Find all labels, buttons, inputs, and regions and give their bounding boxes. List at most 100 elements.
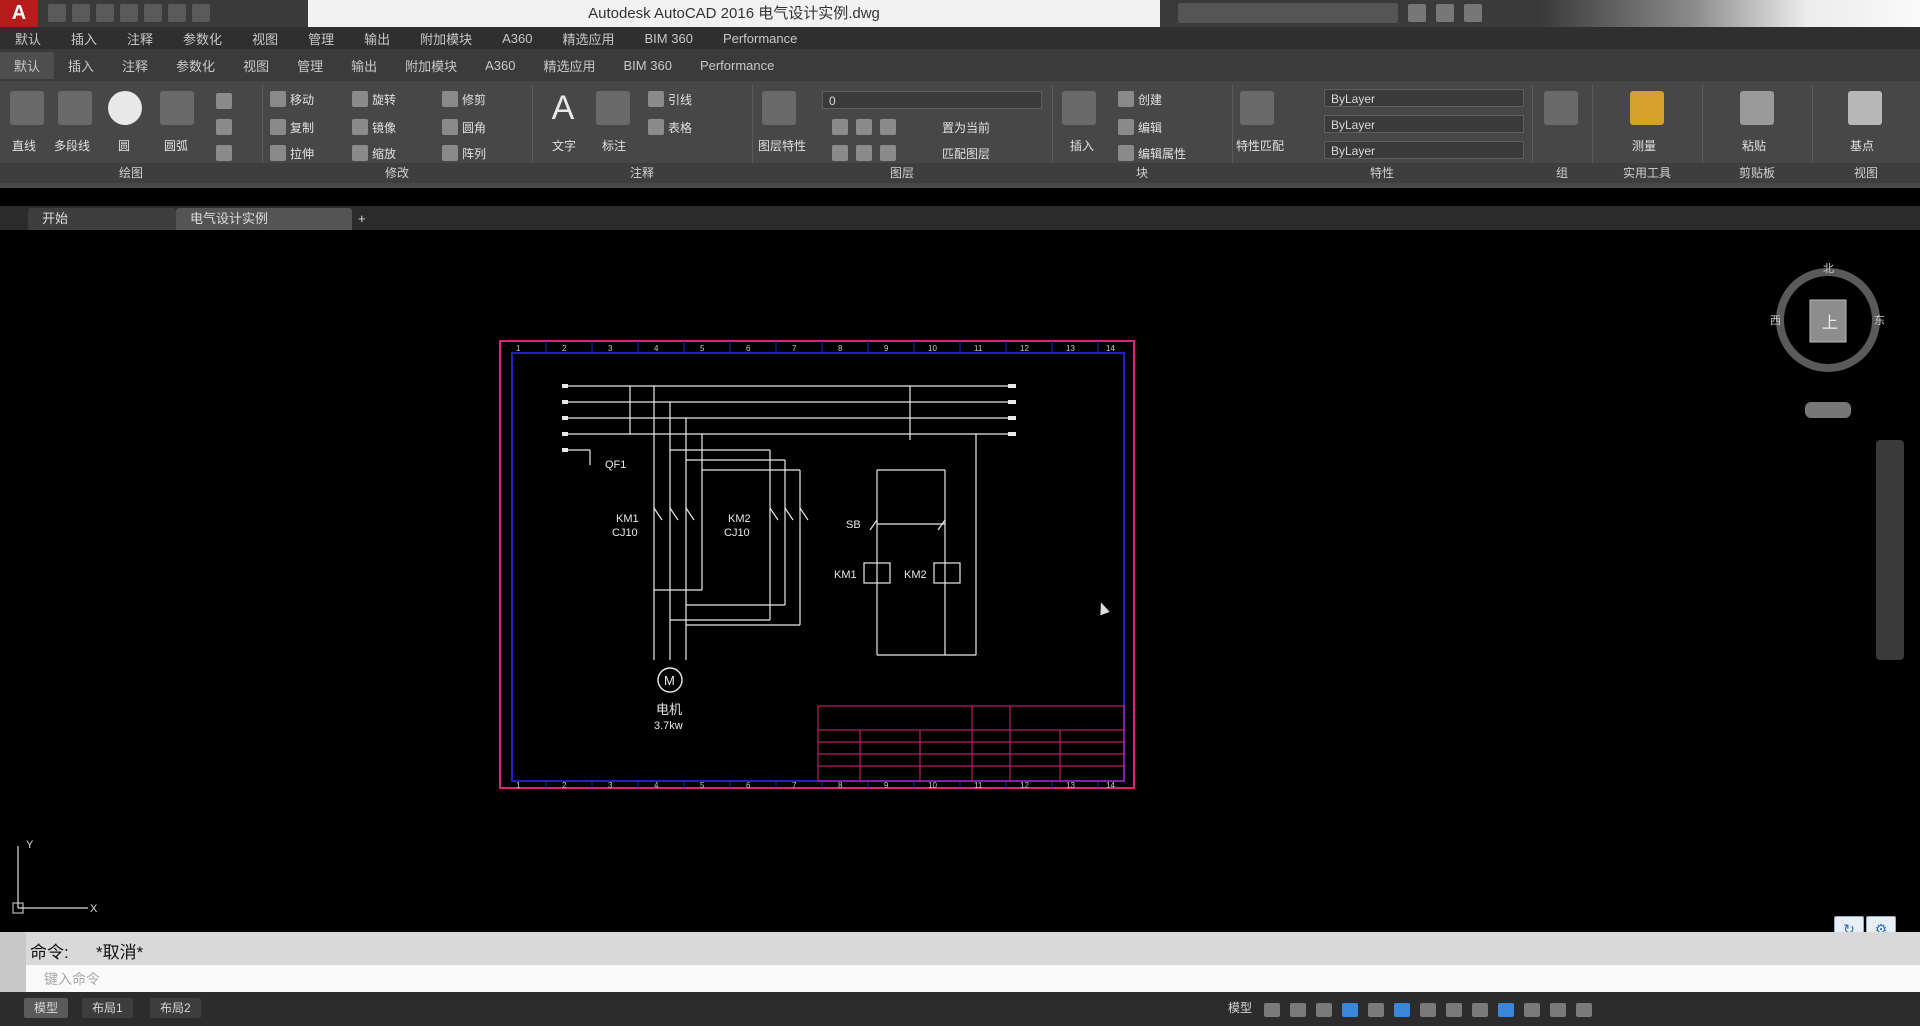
user-icon[interactable] <box>1436 4 1454 22</box>
annotation-panel-title[interactable]: 注释 <box>532 163 752 183</box>
hatch-icon[interactable] <box>216 119 232 135</box>
model-layout-tab[interactable]: 模型 <box>24 998 69 1018</box>
measure-icon[interactable] <box>1630 91 1664 125</box>
isodraft-icon[interactable] <box>1368 1003 1384 1017</box>
view-panel-title[interactable]: 视图 <box>1812 163 1920 183</box>
base-view-icon[interactable] <box>1848 91 1882 125</box>
stretch-button[interactable]: 拉伸 <box>290 145 314 162</box>
layer-freeze-icon[interactable] <box>880 119 896 135</box>
lineweight-dropdown[interactable]: ByLayer <box>1324 141 1524 159</box>
edit-attributes-button[interactable]: 编辑属性 <box>1138 145 1186 162</box>
redo-icon[interactable] <box>192 4 210 22</box>
model-space-button[interactable]: 模型 <box>1218 998 1262 1018</box>
drawing-tab[interactable]: 电气设计实例 <box>176 208 352 230</box>
menu-item[interactable]: 输出 <box>349 29 405 48</box>
scale-icon[interactable] <box>352 145 368 161</box>
isolate-objects-icon[interactable] <box>1524 1003 1540 1017</box>
ribbon-tab[interactable]: 输出 <box>337 52 391 79</box>
base-view-button[interactable]: 基点 <box>1850 137 1874 154</box>
rectangle-icon[interactable] <box>216 93 232 109</box>
trim-icon[interactable] <box>442 91 458 107</box>
viewcube-west[interactable]: 西 <box>1770 315 1781 327</box>
layer-properties-button[interactable]: 图层特性 <box>758 137 806 154</box>
ribbon-tab[interactable]: BIM 360 <box>610 54 686 77</box>
linetype-dropdown[interactable]: ByLayer <box>1324 115 1524 133</box>
menu-item[interactable]: A360 <box>487 31 547 46</box>
save-icon[interactable] <box>96 4 114 22</box>
layer-walk-icon[interactable] <box>880 145 896 161</box>
circle-button[interactable]: 圆 <box>118 137 130 154</box>
array-button[interactable]: 阵列 <box>462 145 486 162</box>
draw-panel-title[interactable]: 绘图 <box>0 163 262 183</box>
move-button[interactable]: 移动 <box>290 91 314 108</box>
viewcube-east[interactable]: 东 <box>1874 314 1885 327</box>
ribbon-tab[interactable]: 视图 <box>229 52 283 79</box>
create-block-icon[interactable] <box>1118 91 1134 107</box>
ribbon-tab[interactable]: 附加模块 <box>391 52 471 79</box>
wcs-menu[interactable] <box>1805 402 1851 418</box>
snap-icon[interactable] <box>1290 1003 1306 1017</box>
set-current-button[interactable]: 置为当前 <box>942 119 990 136</box>
measure-button[interactable]: 测量 <box>1632 137 1656 154</box>
rotate-icon[interactable] <box>352 91 368 107</box>
grid-icon[interactable] <box>1264 1003 1280 1017</box>
open-file-icon[interactable] <box>72 4 90 22</box>
hardware-acceleration-icon[interactable] <box>1498 1003 1514 1017</box>
fillet-icon[interactable] <box>442 119 458 135</box>
paste-button[interactable]: 粘贴 <box>1742 137 1766 154</box>
menu-item[interactable]: 注释 <box>112 29 168 48</box>
table-icon[interactable] <box>648 119 664 135</box>
create-block-button[interactable]: 创建 <box>1138 91 1162 108</box>
menu-item[interactable]: BIM 360 <box>630 31 708 46</box>
ribbon-tab[interactable]: 插入 <box>54 52 108 79</box>
annotation-visibility-icon[interactable] <box>1472 1003 1488 1017</box>
leader-icon[interactable] <box>648 91 664 107</box>
clean-screen-icon[interactable] <box>1550 1003 1566 1017</box>
gradient-icon[interactable] <box>216 145 232 161</box>
copy-icon[interactable] <box>270 119 286 135</box>
edit-attributes-icon[interactable] <box>1118 145 1134 161</box>
layer-dropdown[interactable]: 0 <box>822 91 1042 109</box>
copy-button[interactable]: 复制 <box>290 119 314 136</box>
ribbon-tab-default[interactable]: 默认 <box>0 51 55 79</box>
block-panel-title[interactable]: 块 <box>1052 163 1232 183</box>
circle-icon[interactable] <box>108 91 142 125</box>
vertical-scrollbar[interactable] <box>1876 440 1904 660</box>
command-input[interactable]: 键入命令 <box>0 965 1920 992</box>
ribbon-tab[interactable]: A360 <box>471 54 529 77</box>
polyline-button[interactable]: 多段线 <box>54 137 90 154</box>
rotate-button[interactable]: 旋转 <box>372 91 396 108</box>
group-icon[interactable] <box>1544 91 1578 125</box>
dimension-button[interactable]: 标注 <box>602 137 626 154</box>
layers-panel-title[interactable]: 图层 <box>752 163 1052 183</box>
line-icon[interactable] <box>10 91 44 125</box>
stretch-icon[interactable] <box>270 145 286 161</box>
new-tab-button[interactable]: + <box>344 208 380 230</box>
match-properties-button[interactable]: 特性匹配 <box>1236 137 1284 154</box>
clipboard-panel-title[interactable]: 剪贴板 <box>1702 163 1812 183</box>
mirror-icon[interactable] <box>352 119 368 135</box>
arc-button[interactable]: 圆弧 <box>164 137 188 154</box>
mirror-button[interactable]: 镜像 <box>372 119 396 136</box>
layout1-tab[interactable]: 布局1 <box>82 998 133 1018</box>
edit-block-button[interactable]: 编辑 <box>1138 119 1162 136</box>
modify-panel-title[interactable]: 修改 <box>262 163 532 183</box>
polar-icon[interactable] <box>1342 1003 1358 1017</box>
viewcube-north[interactable]: 北 <box>1823 262 1834 275</box>
menu-item[interactable]: 附加模块 <box>405 29 487 48</box>
text-button[interactable]: 文字 <box>552 137 576 154</box>
object-snap-icon[interactable] <box>1394 1003 1410 1017</box>
match-layer-button[interactable]: 匹配图层 <box>942 145 990 162</box>
layout2-tab[interactable]: 布局2 <box>150 998 201 1018</box>
line-button[interactable]: 直线 <box>12 137 36 154</box>
ribbon-tab[interactable]: 参数化 <box>162 52 229 79</box>
help-icon[interactable] <box>1464 4 1482 22</box>
menu-item[interactable]: 管理 <box>293 29 349 48</box>
properties-panel-title[interactable]: 特性 <box>1232 163 1532 183</box>
menu-item[interactable]: 插入 <box>56 29 112 48</box>
move-icon[interactable] <box>270 91 286 107</box>
viewcube[interactable]: 上 北 西 东 <box>1770 262 1886 378</box>
color-dropdown[interactable]: ByLayer <box>1324 89 1524 107</box>
undo-icon[interactable] <box>168 4 186 22</box>
layer-off-icon[interactable] <box>832 119 848 135</box>
